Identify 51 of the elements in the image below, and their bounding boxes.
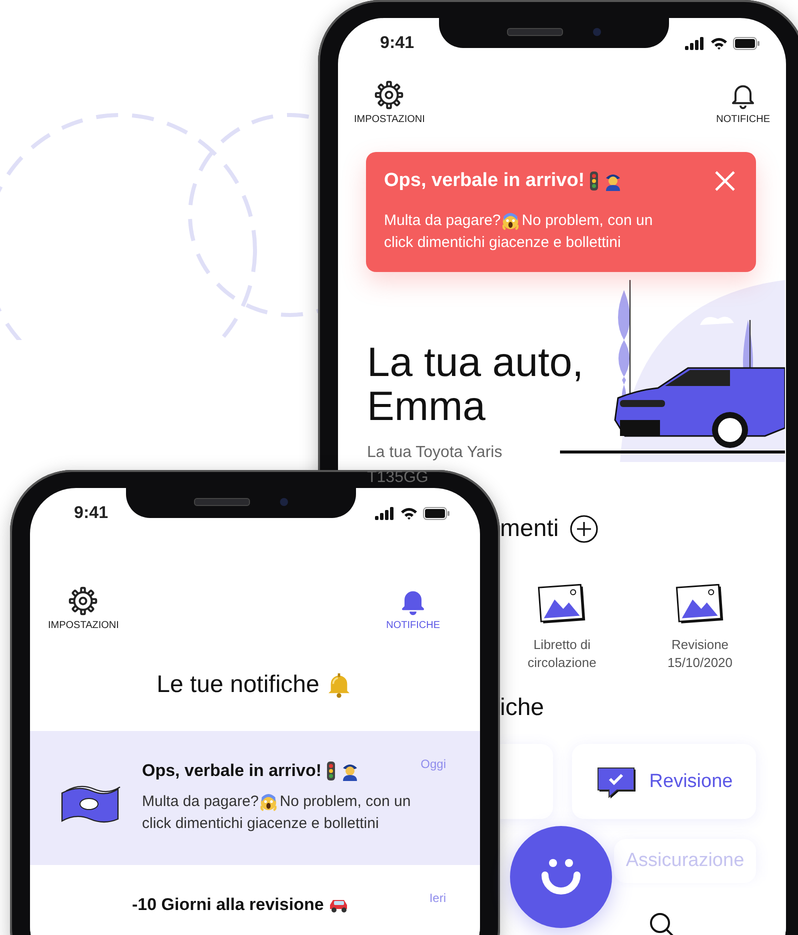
notification-title: Ops, verbale in arrivo! <box>142 761 322 781</box>
checked-message-icon <box>595 764 638 798</box>
page-title: Le tue notifiche <box>156 671 320 699</box>
notification-time: Oggi <box>420 757 446 771</box>
deadline-card[interactable]: Revisione <box>572 744 756 819</box>
nav-tab[interactable]: NOTIFICHE <box>716 80 770 125</box>
message-text: Multa da pagare? <box>384 211 501 231</box>
speaker <box>194 498 250 506</box>
traffic-light-icon <box>588 171 599 191</box>
document-item[interactable]: Libretto di circolazione <box>513 584 611 672</box>
camera <box>593 28 601 36</box>
close-button[interactable] <box>714 170 736 192</box>
section-title: menti <box>500 515 559 543</box>
nav-tab[interactable]: NOTIFICHE <box>386 586 440 631</box>
toast-title: Ops, verbale in arrivo! <box>384 170 585 192</box>
add-button[interactable] <box>568 514 599 544</box>
message-text: click dimentichi giacenze e bollettini <box>384 233 621 253</box>
signal-icon <box>685 36 705 50</box>
wifi-icon <box>710 36 728 50</box>
nav-tab[interactable]: IMPOSTAZIONI <box>48 586 119 631</box>
car-model: La tua Toyota Yaris <box>367 443 504 463</box>
wifi-icon <box>400 506 418 520</box>
traffic-light-icon <box>326 761 336 781</box>
battery-icon <box>733 36 760 50</box>
speaker <box>507 28 563 36</box>
notification-title: -10 Giorni alla revisione <box>132 895 324 915</box>
signal-icon <box>375 506 395 520</box>
settings-icon <box>68 586 98 616</box>
image-icon <box>537 584 587 626</box>
camera <box>280 498 288 506</box>
message-text: No problem, con un <box>280 792 411 812</box>
scared-face-icon <box>260 794 277 810</box>
message-text: No problem, con un <box>522 211 653 231</box>
notification-item[interactable]: Ops, verbale in arrivo! Multa da pagare? No problem, con un click dimentichi giacenze e bollettini Oggi <box>30 731 480 865</box>
image-icon <box>675 584 725 626</box>
scared-face-icon <box>502 212 519 230</box>
section-title: iche <box>500 694 544 722</box>
settings-icon <box>374 80 404 110</box>
status-time: 9:41 <box>380 33 414 53</box>
battery-icon <box>423 506 450 520</box>
plus-icon <box>568 514 599 544</box>
document-item[interactable]: Revisione 15/10/2020 <box>651 584 749 672</box>
page-title: La tua auto, Emma <box>367 340 585 428</box>
close-icon <box>714 170 736 192</box>
license-plate: T135GG <box>367 468 430 488</box>
message-text: Multa da pagare? <box>142 792 259 812</box>
notification-time: Ieri <box>429 891 446 905</box>
status-time: 9:41 <box>74 503 108 523</box>
message-text: click dimentichi giacenze e bollettini <box>142 814 379 834</box>
search-icon <box>648 911 676 935</box>
nav-tab[interactable]: IMPOSTAZIONI <box>354 80 425 125</box>
